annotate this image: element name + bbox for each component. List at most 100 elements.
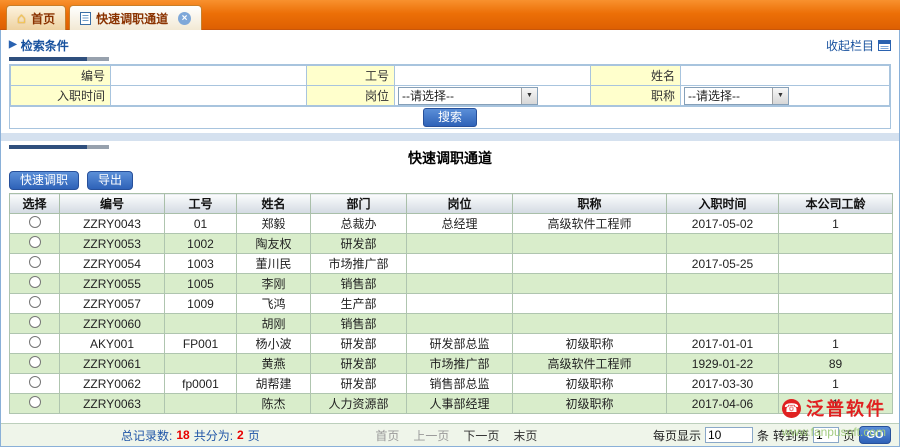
entrydate-input[interactable] — [111, 86, 306, 105]
table-cell: 2017-04-06 — [667, 394, 779, 414]
position-field-label: 岗位 — [307, 86, 395, 106]
table-cell: 2017-05-02 — [667, 214, 779, 234]
number-field-label: 编号 — [11, 66, 111, 86]
title-field-label: 职称 — [591, 86, 681, 106]
table-cell: 1002 — [165, 234, 237, 254]
table-cell: ZZRY0062 — [60, 374, 165, 394]
tab-quick-transfer-label: 快速调职通道 — [96, 10, 168, 27]
table-row: ZZRY00541003董川民市场推广部 2017-05-25 — [10, 254, 893, 274]
table-cell — [667, 314, 779, 334]
table-cell — [779, 234, 893, 254]
table-cell: 初级职称 — [513, 374, 667, 394]
collapse-icon — [878, 40, 891, 51]
last-page-link[interactable]: 末页 — [513, 427, 537, 444]
collapse-columns-link[interactable]: 收起栏目 — [826, 37, 891, 54]
search-form-box: 编号 工号 姓名 入职时间 岗位 --请选择-- ▼ — [9, 64, 891, 129]
row-select-radio[interactable] — [29, 356, 41, 368]
table-cell: 1 — [779, 374, 893, 394]
table-cell: 2017-01-01 — [667, 334, 779, 354]
table-cell: 2017-05-25 — [667, 254, 779, 274]
table-cell — [407, 294, 513, 314]
row-select-radio[interactable] — [29, 396, 41, 408]
table-cell: 胡刚 — [237, 314, 311, 334]
table-cell: 研发部总监 — [407, 334, 513, 354]
prev-page-link[interactable]: 上一页 — [413, 427, 449, 444]
total-pages-value: 2 — [237, 428, 244, 442]
table-cell: 销售部 — [311, 274, 407, 294]
select-cell — [10, 394, 60, 414]
search-button[interactable]: 搜索 — [423, 108, 477, 127]
column-header-2: 工号 — [165, 194, 237, 214]
expand-arrow-icon: ▶ — [9, 40, 17, 50]
table-cell: ZZRY0061 — [60, 354, 165, 374]
close-icon[interactable]: × — [178, 12, 191, 25]
table-cell: 市场推广部 — [311, 254, 407, 274]
per-page-unit: 条 — [757, 427, 769, 444]
select-cell — [10, 214, 60, 234]
employee-table: 选择编号工号姓名部门岗位职称入职时间本公司工龄 ZZRY004301郑毅总裁办总… — [9, 193, 893, 414]
table-cell — [407, 314, 513, 334]
table-cell — [779, 254, 893, 274]
quick-transfer-button[interactable]: 快速调职 — [9, 171, 79, 190]
table-cell: ZZRY0060 — [60, 314, 165, 334]
tab-quick-transfer[interactable]: 快速调职通道 × — [69, 5, 202, 30]
table-cell — [513, 274, 667, 294]
section-divider — [1, 133, 899, 141]
number-input[interactable] — [111, 66, 306, 85]
table-cell: 人力资源部 — [311, 394, 407, 414]
export-button[interactable]: 导出 — [87, 171, 133, 190]
title-select[interactable]: --请选择-- ▼ — [684, 87, 789, 105]
total-records-value: 18 — [176, 428, 189, 442]
record-summary: 总记录数: 18 共分为: 2 页 — [121, 427, 260, 444]
row-select-radio[interactable] — [29, 296, 41, 308]
home-icon: ⌂ — [17, 11, 26, 26]
search-button-row: 搜索 — [10, 106, 890, 128]
name-input[interactable] — [681, 66, 889, 85]
jobno-input[interactable] — [395, 66, 590, 85]
position-select[interactable]: --请选择-- ▼ — [398, 87, 538, 105]
column-header-6: 职称 — [513, 194, 667, 214]
table-cell: ZZRY0055 — [60, 274, 165, 294]
dropdown-arrow-icon: ▼ — [521, 88, 537, 104]
title-select-value: --请选择-- — [685, 87, 740, 104]
select-cell — [10, 294, 60, 314]
tab-bar: ⌂ 首页 快速调职通道 × — [0, 0, 900, 30]
search-section-title-text: 检索条件 — [21, 37, 69, 54]
select-cell — [10, 354, 60, 374]
tab-home[interactable]: ⌂ 首页 — [6, 5, 66, 30]
table-cell: 初级职称 — [513, 394, 667, 414]
row-select-radio[interactable] — [29, 256, 41, 268]
table-cell — [779, 314, 893, 334]
table-row: ZZRY0062fp0001胡帮建研发部销售部总监初级职称2017-03-301 — [10, 374, 893, 394]
row-select-radio[interactable] — [29, 336, 41, 348]
vendor-watermark: www.fanpusoft.com — [782, 425, 886, 439]
table-cell: ZZRY0057 — [60, 294, 165, 314]
first-page-link[interactable]: 首页 — [375, 427, 399, 444]
table-row: ZZRY004301郑毅总裁办总经理高级软件工程师2017-05-021 — [10, 214, 893, 234]
table-cell — [165, 314, 237, 334]
select-cell — [10, 254, 60, 274]
row-select-radio[interactable] — [29, 316, 41, 328]
row-select-radio[interactable] — [29, 276, 41, 288]
name-field-label: 姓名 — [591, 66, 681, 86]
row-select-radio[interactable] — [29, 236, 41, 248]
action-row: 快速调职 导出 — [1, 168, 899, 193]
table-row: ZZRY00551005李刚销售部 — [10, 274, 893, 294]
table-row: ZZRY00571009飞鸿生产部 — [10, 294, 893, 314]
row-select-radio[interactable] — [29, 376, 41, 388]
table-cell: 研发部 — [311, 354, 407, 374]
table-cell — [165, 354, 237, 374]
column-header-0: 选择 — [10, 194, 60, 214]
table-row: ZZRY0063 陈杰人力资源部人事部经理初级职称2017-04-061 — [10, 394, 893, 414]
pagination-bar: 总记录数: 18 共分为: 2 页 首页 上一页 下一页 末页 每页显示 条 转… — [1, 423, 899, 446]
search-section-header: ▶ 检索条件 收起栏目 — [1, 34, 899, 56]
column-header-8: 本公司工龄 — [779, 194, 893, 214]
next-page-link[interactable]: 下一页 — [463, 427, 499, 444]
table-cell: 董川民 — [237, 254, 311, 274]
table-cell — [667, 294, 779, 314]
total-pages-label: 共分为: — [194, 427, 233, 444]
per-page-input[interactable] — [705, 427, 753, 443]
table-cell: 郑毅 — [237, 214, 311, 234]
table-cell: 陈杰 — [237, 394, 311, 414]
row-select-radio[interactable] — [29, 216, 41, 228]
